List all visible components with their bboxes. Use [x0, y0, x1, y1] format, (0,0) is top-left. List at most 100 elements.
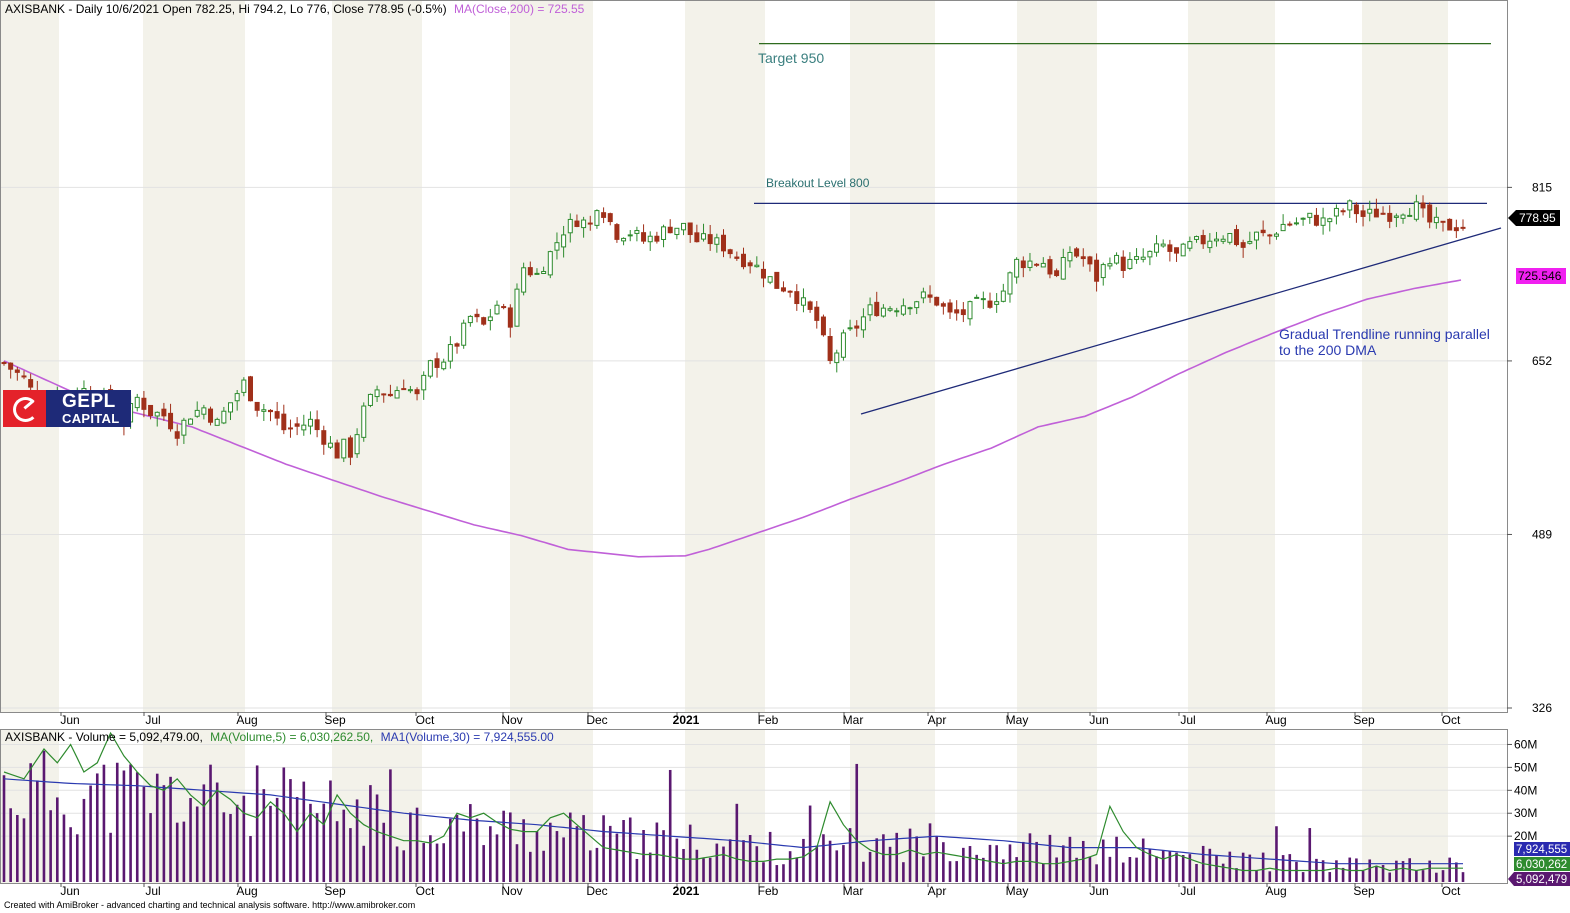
volume-bar: [442, 843, 445, 882]
candle-body: [314, 419, 320, 431]
volume-bar: [735, 803, 739, 882]
volume-bar: [1168, 851, 1172, 882]
candle-body: [461, 322, 467, 346]
candle-body: [940, 303, 946, 307]
volume-bar: [602, 815, 605, 882]
volume-bar: [1155, 856, 1158, 882]
candle-body: [907, 307, 913, 310]
ma200-label: 725.546: [1518, 269, 1562, 283]
x-tick-label: Sep: [1353, 884, 1375, 898]
candle-body: [421, 374, 427, 391]
volume-bar: [462, 831, 465, 882]
volume-bar: [502, 810, 505, 882]
stock-chart: 815 652 489 326 60M 50M 40M 30M 20M Jun Jul Aug Se…: [0, 0, 1570, 898]
x-tick-label: 2021: [673, 713, 700, 727]
volume-bar: [942, 842, 945, 882]
candle-body: [247, 376, 253, 402]
candle-body: [794, 291, 800, 305]
candle-body: [574, 220, 580, 227]
candle-body: [740, 253, 746, 268]
breakout-label: Breakout Level 800: [766, 176, 870, 190]
volume-tags: 7,924,555 6,030,262 5,092,479: [1508, 842, 1570, 886]
volume-bar: [315, 813, 319, 882]
trend-annotation-line1: Gradual Trendline running parallel: [1279, 326, 1490, 342]
candle-body: [1360, 210, 1366, 217]
volume-bar: [142, 786, 146, 882]
x-tick-label: Aug: [1265, 713, 1286, 727]
price-y-axis: 815 652 489 326: [1507, 180, 1552, 715]
volume-bar: [1028, 833, 1032, 882]
volume-bar: [2, 775, 6, 882]
candle: [774, 271, 780, 289]
candle-body: [148, 404, 154, 416]
candle-body: [840, 332, 846, 358]
candle-body: [1134, 256, 1140, 260]
volume-bar: [529, 851, 532, 882]
vol-last-tag: 5,092,479: [1516, 874, 1567, 886]
candle-body: [1273, 233, 1279, 237]
candle-body: [1147, 250, 1153, 258]
volume-bar: [49, 810, 52, 882]
x-tick-label: May: [1006, 713, 1029, 727]
volume-bar: [775, 865, 779, 882]
candle: [547, 250, 553, 279]
volume-bar: [362, 845, 366, 882]
candle: [1074, 247, 1080, 259]
candle-body: [1067, 251, 1073, 262]
candle-body: [1020, 260, 1026, 269]
volume-bar: [189, 798, 192, 882]
candle-body: [647, 235, 653, 243]
price-band: [332, 1, 422, 712]
volume-bar: [562, 837, 565, 882]
candle-body: [1287, 223, 1293, 226]
x-tick-label: Dec: [586, 713, 607, 727]
volume-bar: [482, 845, 485, 882]
volume-bar: [22, 818, 26, 882]
candle-body: [880, 307, 886, 317]
volume-bar: [688, 824, 692, 882]
candle-body: [267, 409, 273, 413]
candle-body: [1080, 256, 1086, 260]
volume-bar: [495, 834, 499, 882]
volume-bar: [1215, 855, 1218, 882]
volume-bar: [988, 844, 992, 882]
last-close-label: 778.95: [1519, 211, 1556, 225]
candle-body: [1387, 212, 1393, 222]
volume-bar: [522, 819, 525, 882]
candle-body: [607, 213, 613, 223]
volume-bar: [1108, 856, 1112, 882]
price-header: AXISBANK - Daily 10/6/2021 Open 782.25, …: [5, 2, 585, 16]
candle-body: [1000, 290, 1006, 302]
volume-bar: [762, 862, 765, 882]
candle-body: [1180, 243, 1186, 257]
candle-body: [1174, 247, 1180, 254]
candle-body: [1373, 208, 1379, 218]
volume-bar: [682, 848, 685, 882]
candle-body: [274, 411, 280, 419]
x-tick-label: Jun: [60, 713, 79, 727]
candle: [427, 359, 433, 379]
candle-body: [321, 430, 327, 445]
x-tick-label: Feb: [758, 713, 779, 727]
volume-bar: [1388, 872, 1392, 882]
candle-body: [174, 431, 180, 439]
price-band: [1097, 1, 1188, 712]
candle-body: [194, 409, 200, 417]
volume-bar: [1321, 860, 1325, 882]
candle-body: [1140, 256, 1146, 260]
candle-body: [1087, 256, 1093, 265]
candle-body: [327, 442, 333, 448]
volume-bar: [1441, 870, 1445, 882]
volume-bar: [1121, 862, 1125, 882]
candle-body: [334, 442, 340, 459]
volume-bar: [948, 861, 952, 882]
logo-line2: CAPITAL: [62, 411, 120, 426]
volume-bar: [802, 838, 805, 882]
candle-body: [341, 438, 347, 459]
volume-bar: [489, 826, 492, 882]
candle-body: [447, 344, 453, 362]
volume-bar: [842, 845, 845, 882]
candle-body: [507, 307, 513, 328]
volume-ma5-title: MA(Volume,5) = 6,030,262.50,: [210, 730, 373, 744]
volume-bar: [369, 785, 372, 882]
